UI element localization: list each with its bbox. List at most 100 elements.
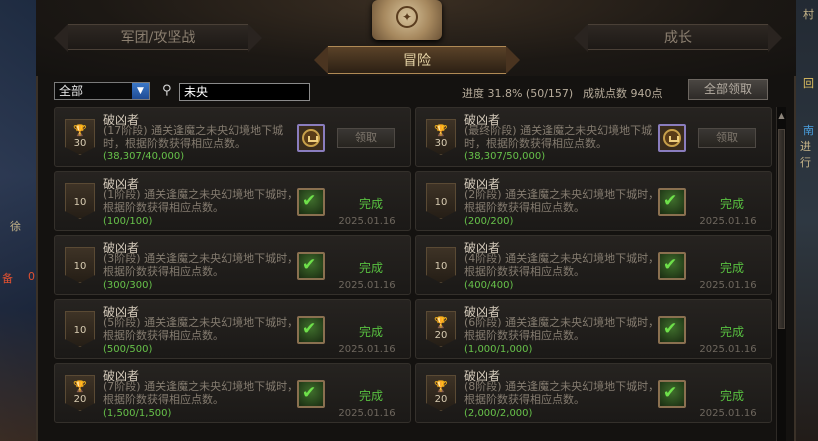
completed-label: 完成 xyxy=(358,261,383,275)
achievement-description: (2阶段) 通关逢魔之未央幻境地下城时，根据阶数获得相应点数。 xyxy=(464,188,660,214)
trophy-icon: 🏆 xyxy=(73,124,87,137)
achievement-description: (5阶段) 通关逢魔之未央幻境地下城时，根据阶数获得相应点数。 xyxy=(103,316,299,342)
points-badge: 10 xyxy=(426,247,456,283)
achievement-progress: (2,000/2,000) xyxy=(464,408,533,419)
reward-icon xyxy=(297,124,325,152)
completed-label: 完成 xyxy=(719,261,744,275)
background-text: 进行 xyxy=(800,140,811,169)
achievement-card: 10 破凶者 (3阶段) 通关逢魔之未央幻境地下城时，根据阶数获得相应点数。 (300… xyxy=(54,235,411,295)
claim-button[interactable]: 领取 xyxy=(698,128,756,148)
achievement-progress: (38,307/50,000) xyxy=(464,151,546,162)
achievement-progress: (1,000/1,000) xyxy=(464,344,533,355)
trophy-icon: 🏆 xyxy=(434,316,448,329)
badge-points: 30 xyxy=(434,138,448,149)
checkmark-icon xyxy=(299,190,323,214)
search-icon: ⚲ xyxy=(162,83,172,98)
achievement-card: 🏆 20 破凶者 (7阶段) 通关逢魔之未央幻境地下城时，根据阶数获得相应点数。 (1,… xyxy=(54,363,411,423)
achievement-progress: (38,307/40,000) xyxy=(103,151,185,162)
points-badge: 10 xyxy=(65,311,95,347)
points-badge: 🏆 30 xyxy=(65,119,95,155)
badge-points: 20 xyxy=(434,330,448,341)
search-input[interactable]: 未央 xyxy=(179,83,310,101)
badge-points: 20 xyxy=(73,394,87,405)
game-screen: 徐 备 0 村 南 进行 回 ✦ 军团/攻坚战 冒险 成长 全部 ▼ ⚲ 未央 … xyxy=(0,0,818,441)
scroll-up-icon[interactable]: ▲ xyxy=(777,107,786,125)
completion-date: 2025.01.16 xyxy=(699,216,757,227)
achievement-description: (7阶段) 通关逢魔之未央幻境地下城时，根据阶数获得相应点数。 xyxy=(103,380,299,406)
badge-points: 10 xyxy=(73,197,87,208)
category-selected: 全部 xyxy=(59,84,84,98)
achievement-card: 🏆 30 破凶者 (最终阶段) 通关逢魔之未央幻境地下城时，根据阶数获得相应点数。 (3… xyxy=(415,107,772,167)
completion-date: 2025.01.16 xyxy=(338,344,396,355)
checkmark-icon xyxy=(660,254,684,278)
achievement-description: (4阶段) 通关逢魔之未央幻境地下城时，根据阶数获得相应点数。 xyxy=(464,252,660,278)
checkmark-icon xyxy=(299,318,323,342)
achievement-card: 10 破凶者 (2阶段) 通关逢魔之未央幻境地下城时，根据阶数获得相应点数。 (200… xyxy=(415,171,772,231)
reward-icon xyxy=(658,316,686,344)
badge-points: 20 xyxy=(434,394,448,405)
completed-label: 完成 xyxy=(358,197,383,211)
achievement-description: (最终阶段) 通关逢魔之未央幻境地下城时，根据阶数获得相应点数。 xyxy=(464,124,653,150)
achievement-description: (1阶段) 通关逢魔之未央幻境地下城时，根据阶数获得相应点数。 xyxy=(103,188,299,214)
completion-date: 2025.01.16 xyxy=(338,216,396,227)
achievement-description: (3阶段) 通关逢魔之未央幻境地下城时，根据阶数获得相应点数。 xyxy=(103,252,299,278)
achievement-card: 10 破凶者 (1阶段) 通关逢魔之未央幻境地下城时，根据阶数获得相应点数。 (100… xyxy=(54,171,411,231)
tab-adventure[interactable]: 冒险 xyxy=(314,46,520,74)
completion-date: 2025.01.16 xyxy=(699,280,757,291)
trophy-icon: 🏆 xyxy=(434,380,448,393)
reward-icon xyxy=(297,380,325,408)
points-badge: 🏆 20 xyxy=(426,311,456,347)
badge-points: 10 xyxy=(73,325,87,336)
trophy-icon: 🏆 xyxy=(73,380,87,393)
points-badge: 10 xyxy=(65,183,95,219)
chevron-down-icon[interactable]: ▼ xyxy=(132,83,149,99)
claim-all-button[interactable]: 全部领取 xyxy=(688,79,768,100)
checkmark-icon xyxy=(660,382,684,406)
achievement-progress: (500/500) xyxy=(103,344,153,355)
checkmark-icon xyxy=(299,254,323,278)
tab-legion[interactable]: 军团/攻坚战 xyxy=(54,24,262,52)
achievement-description: (8阶段) 通关逢魔之未央幻境地下城时，根据阶数获得相应点数。 xyxy=(464,380,660,406)
points-badge: 10 xyxy=(426,183,456,219)
achievement-description: (6阶段) 通关逢魔之未央幻境地下城时，根据阶数获得相应点数。 xyxy=(464,316,660,342)
scroll-emblem: ✦ xyxy=(372,0,442,40)
completed-label: 完成 xyxy=(719,389,744,403)
scrollbar-thumb[interactable] xyxy=(778,129,785,329)
achievement-card: 🏆 20 破凶者 (6阶段) 通关逢魔之未央幻境地下城时，根据阶数获得相应点数。 (1,… xyxy=(415,299,772,359)
background-text: 村 xyxy=(803,8,814,21)
points-badge: 🏆 30 xyxy=(426,119,456,155)
badge-points: 10 xyxy=(434,197,448,208)
achievement-card: 🏆 30 破凶者 (17阶段) 通关逢魔之未央幻境地下城时，根据阶数获得相应点数。 (3… xyxy=(54,107,411,167)
tab-growth[interactable]: 成长 xyxy=(574,24,782,52)
achievement-card: 10 破凶者 (4阶段) 通关逢魔之未央幻境地下城时，根据阶数获得相应点数。 (400… xyxy=(415,235,772,295)
badge-points: 30 xyxy=(73,138,87,149)
checkmark-icon xyxy=(660,190,684,214)
achievement-card: 10 破凶者 (5阶段) 通关逢魔之未央幻境地下城时，根据阶数获得相应点数。 (500… xyxy=(54,299,411,359)
reward-emblem-icon xyxy=(663,129,681,147)
completed-label: 完成 xyxy=(719,197,744,211)
completed-label: 完成 xyxy=(358,389,383,403)
claim-button[interactable]: 领取 xyxy=(337,128,395,148)
background-text: 0 xyxy=(28,270,35,283)
reward-emblem-icon xyxy=(302,129,320,147)
reward-icon xyxy=(297,316,325,344)
completion-date: 2025.01.16 xyxy=(699,344,757,355)
progress-text: 进度 31.8% (50/157) xyxy=(462,87,574,100)
achievement-description: (17阶段) 通关逢魔之未央幻境地下城时，根据阶数获得相应点数。 xyxy=(103,124,284,150)
background-text: 回 xyxy=(803,77,814,90)
completed-label: 完成 xyxy=(358,325,383,339)
category-dropdown[interactable]: 全部 ▼ xyxy=(54,82,150,100)
background-text: 徐 xyxy=(10,220,21,233)
achievement-progress: (100/100) xyxy=(103,216,153,227)
completed-label: 完成 xyxy=(719,325,744,339)
achievement-progress: (400/400) xyxy=(464,280,514,291)
reward-icon xyxy=(658,188,686,216)
reward-icon xyxy=(658,252,686,280)
scrollbar[interactable]: ▲ xyxy=(776,107,786,441)
points-badge: 🏆 20 xyxy=(65,375,95,411)
reward-icon xyxy=(297,188,325,216)
achievement-card: 🏆 20 破凶者 (8阶段) 通关逢魔之未央幻境地下城时，根据阶数获得相应点数。 (2,… xyxy=(415,363,772,423)
background-text: 备 xyxy=(2,272,13,285)
badge-points: 10 xyxy=(73,261,87,272)
checkmark-icon xyxy=(299,382,323,406)
